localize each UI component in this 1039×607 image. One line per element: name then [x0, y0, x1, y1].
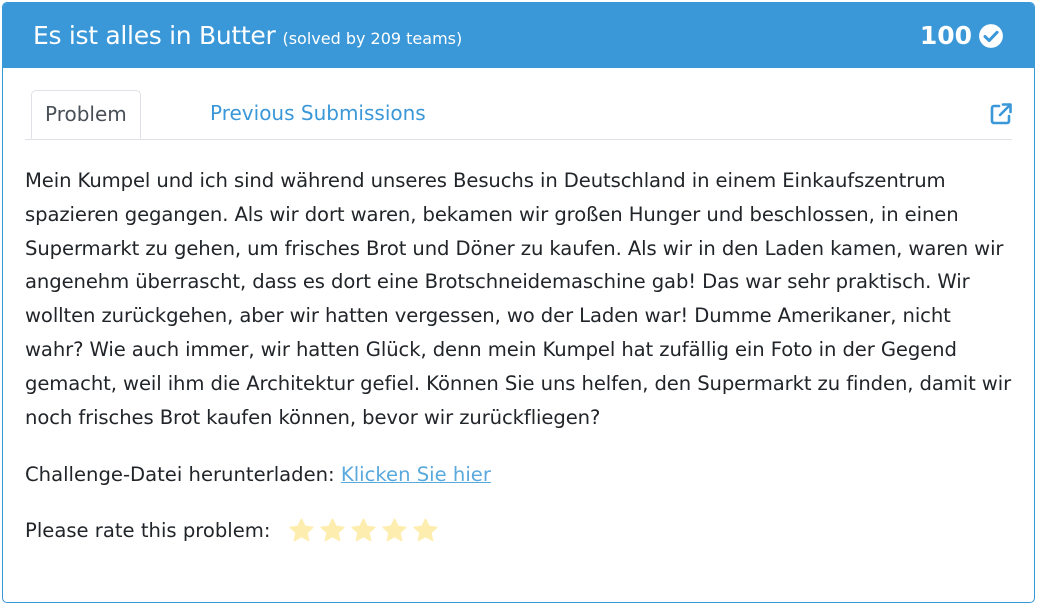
external-link-icon[interactable]	[989, 102, 1013, 126]
score-wrap: 100	[920, 21, 1004, 50]
star-icon[interactable]	[350, 517, 377, 544]
star-icon[interactable]	[381, 517, 408, 544]
score-value: 100	[919, 21, 972, 50]
card-header: Es ist alles in Butter (solved by 209 te…	[3, 3, 1034, 68]
solved-count: (solved by 209 teams)	[282, 29, 463, 48]
download-link[interactable]: Klicken Sie hier	[341, 463, 491, 486]
download-row: Challenge-Datei herunterladen: Klicken S…	[25, 458, 1012, 491]
problem-title: Es ist alles in Butter	[33, 21, 276, 50]
title-wrap: Es ist alles in Butter (solved by 209 te…	[33, 21, 462, 50]
card-body: Problem Previous Submissions Mein Kumpel…	[3, 68, 1034, 547]
check-circle-icon	[979, 23, 1003, 48]
tab-problem[interactable]: Problem	[31, 90, 141, 139]
star-icon[interactable]	[288, 517, 315, 544]
star-icon[interactable]	[319, 517, 346, 544]
star-icon[interactable]	[412, 517, 439, 544]
problem-description: Mein Kumpel und ich sind während unseres…	[25, 169, 1012, 429]
tab-previous-submissions[interactable]: Previous Submissions	[197, 90, 439, 138]
rating-row: Please rate this problem:	[25, 514, 1012, 547]
star-rating	[288, 517, 443, 544]
download-label: Challenge-Datei herunterladen:	[25, 463, 335, 487]
tab-bar: Problem Previous Submissions	[25, 68, 1012, 140]
problem-card: Es ist alles in Butter (solved by 209 te…	[2, 2, 1035, 603]
rating-label: Please rate this problem:	[25, 519, 271, 543]
